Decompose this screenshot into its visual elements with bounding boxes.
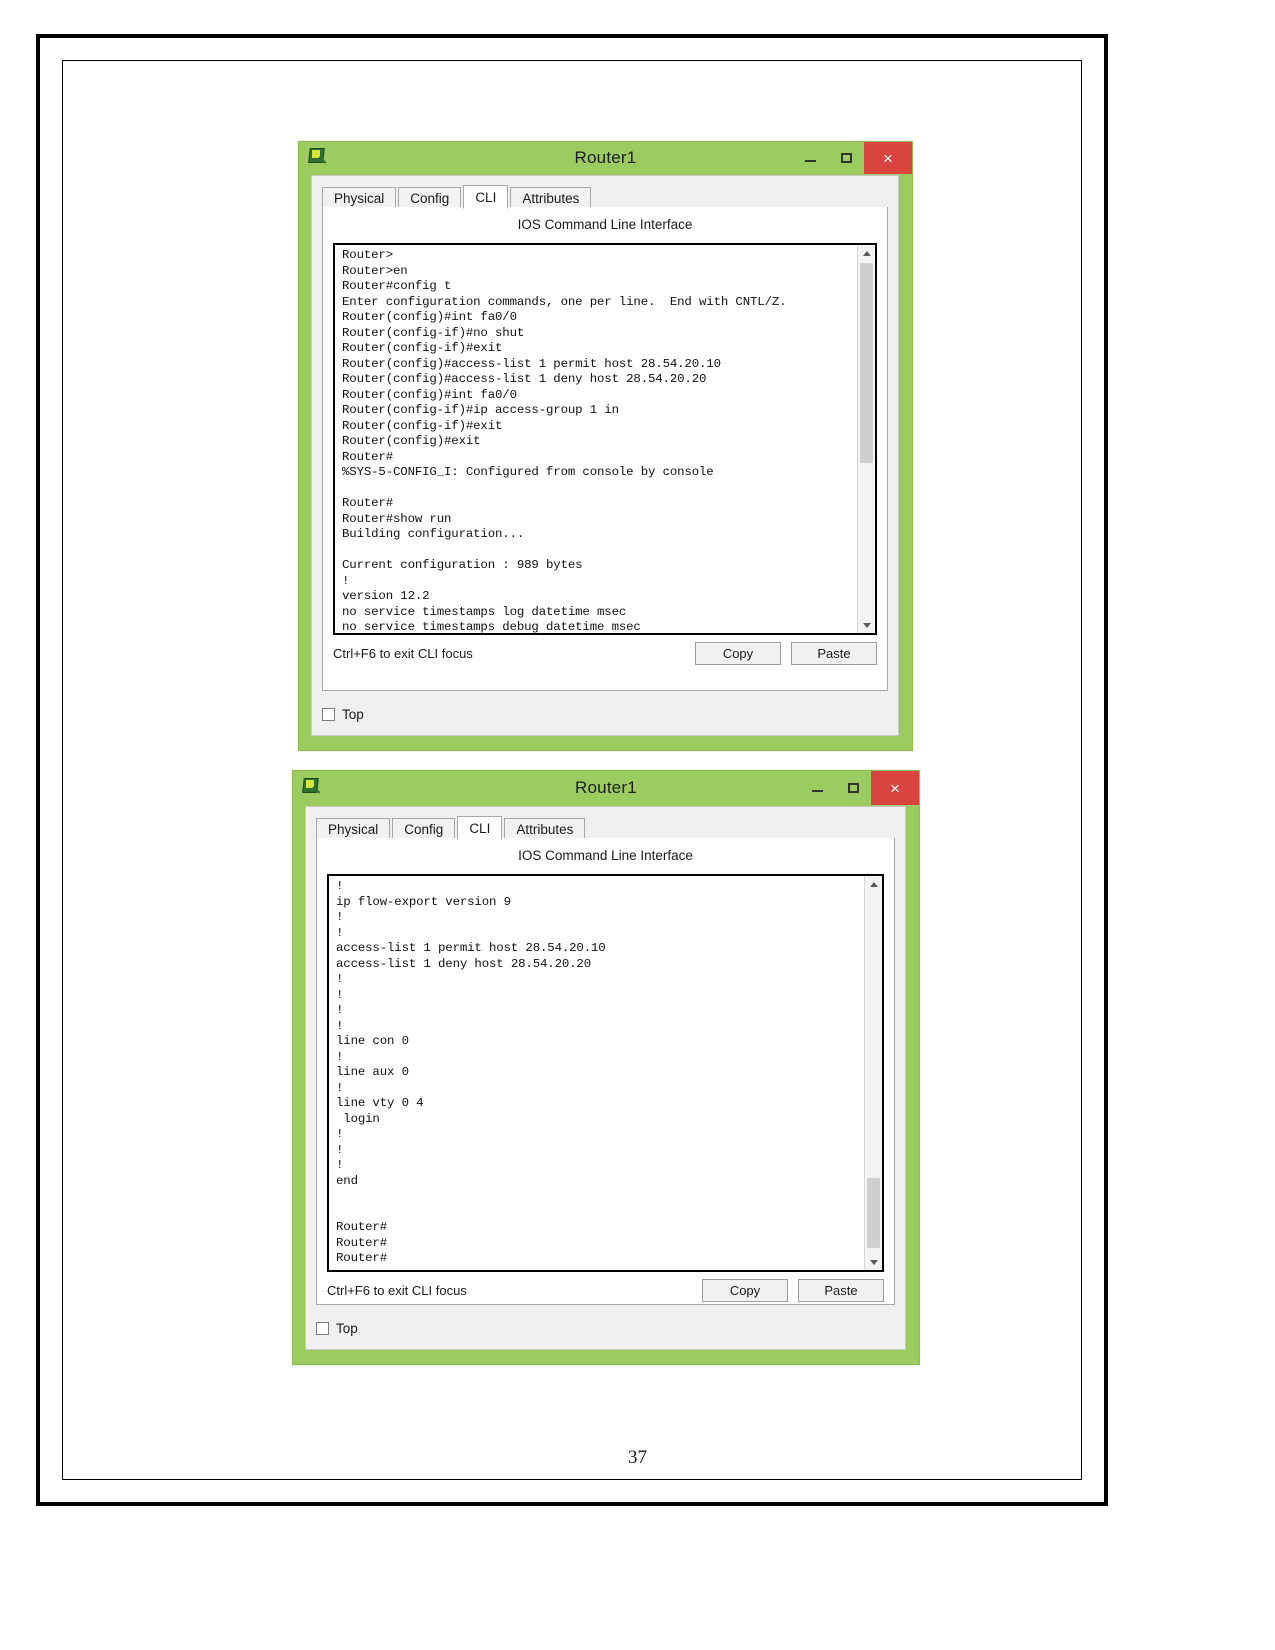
scroll-down-icon[interactable] (858, 617, 875, 633)
cli-scrollbar[interactable] (864, 876, 882, 1270)
top-checkbox-row[interactable]: Top (322, 707, 364, 722)
tab-attributes[interactable]: Attributes (510, 187, 592, 208)
minimize-icon[interactable] (792, 142, 828, 174)
cli-output-text: ! ip flow-export version 9 ! ! access-li… (336, 879, 606, 1265)
cli-focus-hint: Ctrl+F6 to exit CLI focus (333, 645, 473, 661)
title-bar[interactable]: Router1 × (293, 771, 919, 805)
top-checkbox[interactable] (316, 1321, 329, 1335)
tab-physical[interactable]: Physical (322, 187, 397, 208)
cli-buttons: Copy Paste (695, 641, 877, 665)
page-number: 37 (628, 1447, 647, 1468)
copy-button[interactable]: Copy (695, 641, 781, 665)
cli-panel: IOS Command Line Interface Router> Route… (322, 207, 888, 691)
cli-output-box[interactable]: Router> Router>en Router#config t Enter … (333, 243, 877, 635)
window-body: Physical Config CLI Attributes IOS Comma… (311, 175, 899, 736)
top-checkbox-label: Top (342, 706, 364, 722)
cli-buttons: Copy Paste (702, 1278, 884, 1302)
maximize-icon[interactable] (828, 142, 864, 174)
tab-cli[interactable]: CLI (457, 816, 503, 840)
copy-button[interactable]: Copy (702, 1278, 788, 1302)
tab-cli[interactable]: CLI (463, 185, 509, 209)
router1-window-bottom[interactable]: Router1 × Physical Config CLI Attributes… (292, 770, 920, 1365)
cli-footer: Ctrl+F6 to exit CLI focus Copy Paste (333, 641, 877, 665)
cli-output-box[interactable]: ! ip flow-export version 9 ! ! access-li… (327, 874, 884, 1272)
tab-bar[interactable]: Physical Config CLI Attributes (322, 185, 888, 209)
minimize-icon[interactable] (799, 771, 835, 805)
scroll-down-icon[interactable] (865, 1254, 882, 1270)
maximize-icon[interactable] (835, 771, 871, 805)
window-controls[interactable]: × (792, 142, 912, 174)
tab-bar[interactable]: Physical Config CLI Attributes (316, 816, 895, 840)
panel-heading: IOS Command Line Interface (518, 848, 693, 863)
cli-footer: Ctrl+F6 to exit CLI focus Copy Paste (327, 1278, 884, 1302)
scroll-up-icon[interactable] (865, 876, 882, 892)
router1-window-top[interactable]: Router1 × Physical Config CLI Attributes… (298, 141, 913, 751)
tab-config[interactable]: Config (392, 818, 456, 839)
scrollbar-thumb[interactable] (860, 263, 873, 463)
cli-output-text: Router> Router>en Router#config t Enter … (342, 248, 787, 633)
close-icon[interactable]: × (871, 771, 919, 805)
title-bar[interactable]: Router1 × (299, 142, 912, 174)
cli-scrollbar[interactable] (857, 245, 875, 633)
window-body: Physical Config CLI Attributes IOS Comma… (305, 806, 906, 1350)
paste-button[interactable]: Paste (798, 1278, 884, 1302)
top-checkbox-label: Top (336, 1320, 358, 1336)
scrollbar-thumb[interactable] (867, 1178, 880, 1248)
close-icon[interactable]: × (864, 142, 912, 174)
window-bottom-bar: Top (322, 700, 888, 728)
tab-config[interactable]: Config (398, 187, 462, 208)
top-checkbox-row[interactable]: Top (316, 1321, 358, 1336)
window-controls[interactable]: × (799, 771, 919, 805)
window-bottom-bar: Top (316, 1314, 895, 1342)
cli-focus-hint: Ctrl+F6 to exit CLI focus (327, 1282, 467, 1298)
tab-physical[interactable]: Physical (316, 818, 391, 839)
scroll-up-icon[interactable] (858, 245, 875, 261)
paste-button[interactable]: Paste (791, 641, 877, 665)
cli-panel: IOS Command Line Interface ! ip flow-exp… (316, 838, 895, 1305)
panel-heading: IOS Command Line Interface (517, 217, 693, 232)
top-checkbox[interactable] (322, 707, 335, 721)
tab-attributes[interactable]: Attributes (504, 818, 586, 839)
